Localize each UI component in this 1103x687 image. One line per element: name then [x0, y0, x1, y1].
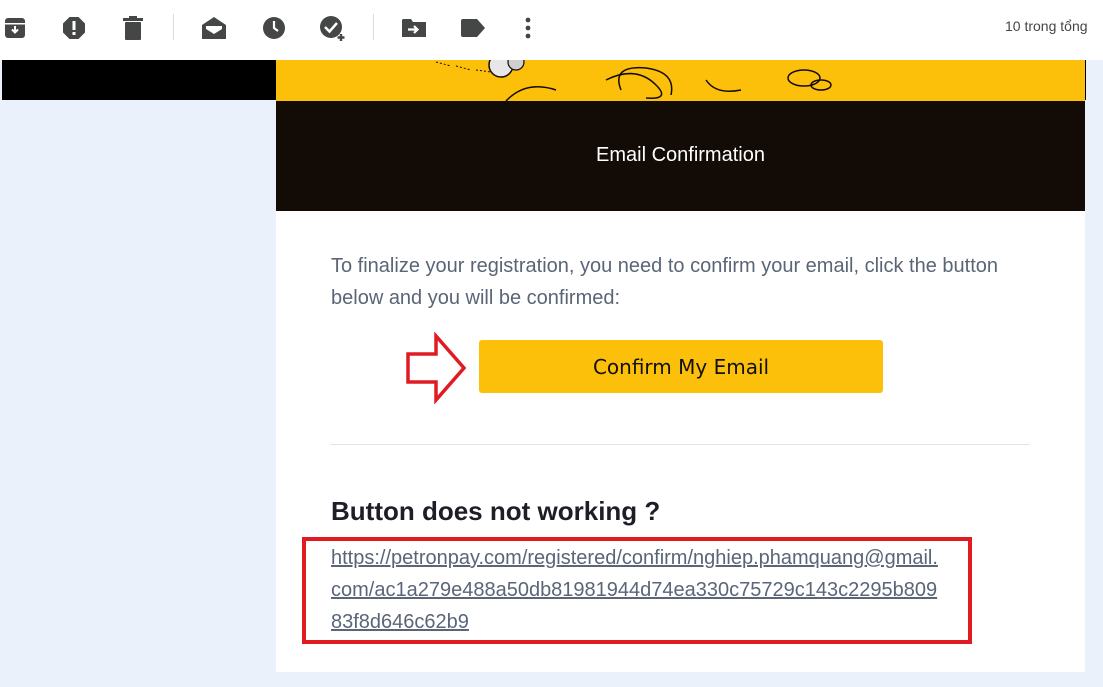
more-options-icon[interactable] [514, 14, 542, 42]
message-count: 10 trong tổng [1005, 18, 1088, 34]
toolbar-separator [173, 14, 174, 40]
divider [330, 444, 1030, 445]
archive-icon[interactable] [1, 14, 29, 42]
toolbar-separator [373, 14, 374, 40]
add-to-tasks-icon[interactable] [319, 14, 347, 42]
banner-illustration [276, 60, 1085, 102]
email-banner: Email Confirmation [276, 60, 1085, 211]
confirm-email-button[interactable]: Confirm My Email [479, 340, 883, 393]
annotation-arrow-icon [406, 332, 467, 404]
label-icon[interactable] [459, 14, 487, 42]
intro-text: To finalize your registration, you need … [331, 255, 998, 309]
delete-icon[interactable] [119, 14, 147, 42]
annotation-highlight-box [302, 537, 972, 644]
snooze-icon[interactable] [260, 14, 288, 42]
banner-title: Email Confirmation [596, 144, 765, 166]
toolbar: 10 trong tổng [0, 0, 1103, 60]
fallback-heading: Button does not working ? [331, 496, 661, 526]
coin-icon [507, 60, 525, 71]
mark-as-read-icon[interactable] [200, 14, 228, 42]
report-spam-icon[interactable] [60, 14, 88, 42]
move-to-icon[interactable] [400, 14, 428, 42]
